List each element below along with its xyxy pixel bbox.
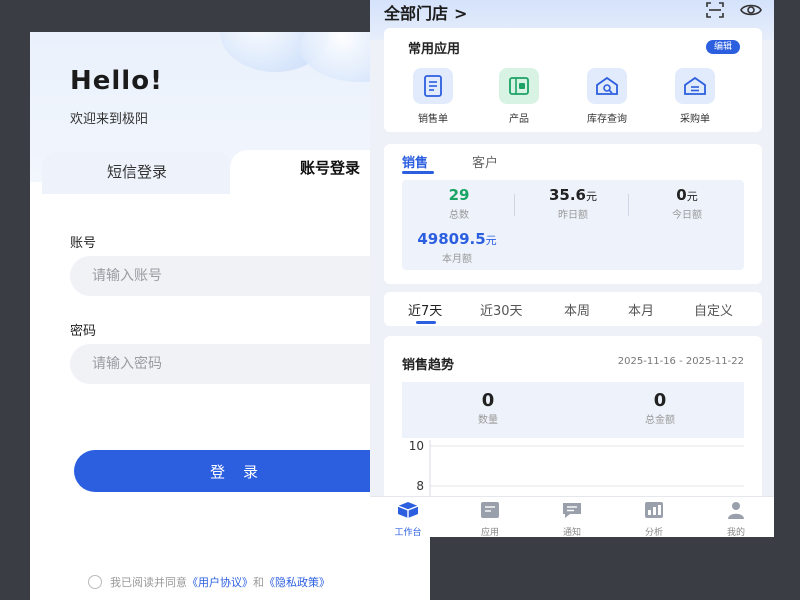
tabbar-profile[interactable]: 我的 — [706, 501, 766, 537]
login-button[interactable]: 登录 — [74, 450, 394, 492]
trend-quantity-label: 数量 — [478, 415, 498, 426]
stat-value: 29 — [448, 186, 470, 204]
store-name: 全部门店 — [384, 4, 449, 23]
edit-apps-button[interactable]: 编辑 — [705, 40, 740, 54]
stat-month: 49809.5元 本月额 — [402, 230, 512, 265]
stat-label: 总数 — [449, 210, 469, 221]
user-agreement-link[interactable]: 《用户协议》 — [187, 574, 253, 590]
agree-prefix: 我已阅读并同意 — [110, 576, 187, 589]
tab-this-month[interactable]: 本月 — [628, 300, 654, 319]
agreement-row: 我已阅读并同意 《用户协议》 和 《隐私政策》 — [88, 574, 330, 590]
tabbar-workbench[interactable]: 工作台 — [378, 501, 438, 537]
trend-amount-value: 0 — [653, 390, 667, 411]
trend-date-range[interactable]: 2025-11-16 - 2025-11-22 — [618, 356, 744, 367]
chevron-right-icon: > — [454, 4, 468, 23]
common-apps-card: 常用应用 编辑 销售单 产品 库存查询 采购单 — [384, 28, 762, 132]
store-selector[interactable]: 全部门店 > — [384, 0, 467, 24]
trend-stats-panel: 0 数量 0 总金额 — [402, 382, 744, 438]
account-label: 账号 — [70, 236, 97, 251]
user-icon — [728, 502, 744, 519]
workbench-icon — [397, 502, 419, 518]
privacy-policy-link[interactable]: 《隐私政策》 — [264, 574, 330, 590]
sales-stats-card: 销售 客户 29 总数 35.6元 昨日额 0元 今日额 49809.5元 本月… — [384, 144, 762, 284]
trend-quantity: 0 数量 — [428, 390, 548, 426]
tabbar-label: 分析 — [644, 528, 663, 537]
tab-sms-login[interactable]: 短信登录 — [42, 152, 232, 200]
y-tick-label: 8 — [416, 479, 424, 493]
app-product[interactable]: 产品 — [484, 68, 554, 125]
tab-custom[interactable]: 自定义 — [694, 300, 733, 319]
stat-label: 本月额 — [442, 254, 472, 265]
trend-title: 销售趋势 — [402, 358, 455, 373]
tabbar-label: 工作台 — [394, 528, 422, 537]
stat-label: 昨日额 — [558, 210, 588, 221]
bottom-tab-bar: 工作台 应用 通知 分析 我的 — [370, 496, 774, 537]
tab-sales[interactable]: 销售 — [402, 152, 428, 171]
analytics-icon — [645, 502, 663, 518]
apps-icon — [481, 502, 499, 518]
stat-total-count: 29 总数 — [404, 186, 514, 221]
trend-quantity-value: 0 — [481, 390, 495, 411]
app-label: 库存查询 — [587, 114, 627, 125]
purchase-order-icon — [675, 68, 715, 104]
message-icon — [563, 503, 581, 518]
stat-value: 49809.5元 — [417, 230, 497, 248]
sales-trend-chart: 1086 — [409, 440, 744, 500]
stat-today: 0元 今日额 — [632, 186, 742, 221]
app-sales-order[interactable]: 销售单 — [398, 68, 468, 125]
y-tick-label: 10 — [409, 440, 424, 453]
warehouse-search-icon — [587, 68, 627, 104]
welcome-text: 欢迎来到极阳 — [70, 112, 149, 127]
workbench-screen: 全部门店 > 常用应用 编辑 销售单 产品 库存查询 采购单 销售 客户 29 … — [370, 0, 774, 537]
stat-yesterday: 35.6元 昨日额 — [518, 186, 628, 221]
app-label: 采购单 — [680, 114, 710, 125]
tabbar-label: 我的 — [726, 528, 745, 537]
tabbar-label: 应用 — [480, 528, 499, 537]
stat-value: 35.6元 — [548, 186, 597, 204]
agree-radio[interactable] — [88, 575, 102, 589]
app-label: 销售单 — [418, 114, 448, 125]
app-purchase-order[interactable]: 采购单 — [660, 68, 730, 125]
tabbar-notifications[interactable]: 通知 — [542, 501, 602, 537]
tabbar-analytics[interactable]: 分析 — [624, 501, 684, 537]
account-input[interactable] — [70, 256, 400, 296]
stat-value: 0元 — [676, 186, 698, 204]
password-input[interactable] — [70, 344, 400, 384]
app-label: 产品 — [509, 114, 529, 125]
active-tab-indicator — [402, 171, 434, 174]
greeting-title: Hello! — [70, 66, 163, 96]
password-label: 密码 — [70, 324, 97, 339]
tab-last-30-days[interactable]: 近30天 — [480, 300, 523, 319]
eye-icon[interactable] — [740, 2, 762, 18]
product-icon — [499, 68, 539, 104]
stat-label: 今日额 — [672, 210, 702, 221]
sales-order-icon — [413, 68, 453, 104]
tab-customers[interactable]: 客户 — [472, 152, 498, 171]
active-period-indicator — [416, 321, 436, 324]
app-inventory-query[interactable]: 库存查询 — [572, 68, 642, 125]
sales-stats-panel: 29 总数 35.6元 昨日额 0元 今日额 49809.5元 本月额 — [402, 180, 744, 270]
tabbar-apps[interactable]: 应用 — [460, 501, 520, 537]
divider — [628, 194, 629, 216]
scan-icon[interactable] — [706, 2, 724, 18]
tab-last-7-days[interactable]: 近7天 — [408, 300, 442, 319]
agree-and: 和 — [253, 576, 264, 589]
period-tabs-card: 近7天 近30天 本周 本月 自定义 — [384, 292, 762, 326]
tabbar-label: 通知 — [562, 528, 581, 537]
trend-amount: 0 总金额 — [600, 390, 720, 426]
trend-amount-label: 总金额 — [645, 415, 675, 426]
divider — [514, 194, 515, 216]
common-apps-title: 常用应用 — [408, 42, 461, 57]
tab-this-week[interactable]: 本周 — [564, 300, 590, 319]
